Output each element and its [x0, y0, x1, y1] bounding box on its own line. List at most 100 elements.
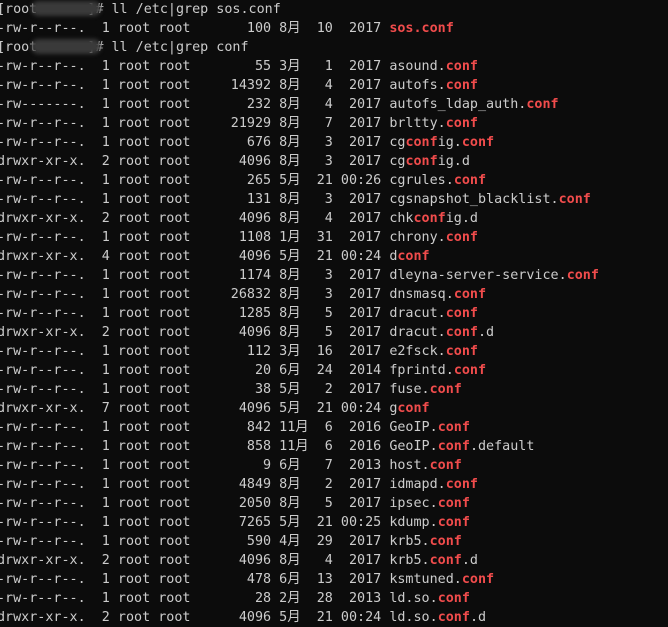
file-name: krb5.conf.d	[389, 553, 478, 568]
file-metadata: -rw-r--r--. 1 root root 21929 8月 7 2017	[0, 116, 390, 131]
command-text: ll /etc|grep conf	[111, 40, 249, 55]
match-highlight: conf	[445, 78, 478, 93]
match-highlight: conf	[405, 154, 438, 169]
listing-row: -rw-r--r--. 1 root root 2050 8月 5 2017 i…	[0, 494, 599, 513]
file-name: chrony.conf	[389, 230, 478, 245]
listing-row: drwxr-xr-x. 2 root root 4096 5月 21 00:24…	[0, 608, 599, 627]
file-name: fuse.conf	[389, 382, 462, 397]
file-metadata: -rw-r--r--. 1 root root 9 6月 7 2013	[0, 458, 390, 473]
file-name: cgconfig.d	[389, 154, 470, 169]
listing-row: -rw-r--r--. 1 root root 1285 8月 5 2017 d…	[0, 304, 599, 323]
listing-row: -rw-r--r--. 1 root root 590 4月 29 2017 k…	[0, 532, 599, 551]
file-name: gconf	[389, 401, 430, 416]
file-name: ld.so.conf.d	[389, 610, 487, 625]
file-metadata: -rw-r--r--. 1 root root 1108 1月 31 2017	[0, 230, 390, 245]
command-text: ll /etc|grep sos.conf	[111, 2, 281, 17]
file-metadata: -rw-r--r--. 1 root root 676 8月 3 2017	[0, 135, 390, 150]
listing-row: drwxr-xr-x. 4 root root 4096 5月 21 00:24…	[0, 247, 599, 266]
match-highlight: conf	[437, 591, 470, 606]
file-metadata: drwxr-xr-x. 7 root root 4096 5月 21 00:24	[0, 401, 390, 416]
listing-row: -rw-r--r--. 1 root root 112 3月 16 2017 e…	[0, 342, 599, 361]
file-name: kdump.conf	[389, 515, 470, 530]
file-metadata: -rw-r--r--. 1 root root 28 2月 28 2013	[0, 591, 390, 606]
file-name: dleyna-server-service.conf	[389, 268, 599, 283]
listing-row: -rw-r--r--. 1 root root 676 8月 3 2017 cg…	[0, 133, 599, 152]
match-highlight: conf	[405, 135, 438, 150]
file-name: cgrules.conf	[389, 173, 487, 188]
file-metadata: drwxr-xr-x. 2 root root 4096 5月 21 00:24	[0, 610, 390, 625]
file-metadata: drwxr-xr-x. 2 root root 4096 8月 4 2017	[0, 211, 390, 226]
file-name: autofs_ldap_auth.conf	[389, 97, 559, 112]
file-name: cgconfig.conf	[389, 135, 495, 150]
match-highlight: conf	[413, 211, 446, 226]
file-name: dconf	[389, 249, 430, 264]
file-name: dracut.conf.d	[389, 325, 495, 340]
file-metadata: drwxr-xr-x. 2 root root 4096 8月 5 2017	[0, 325, 390, 340]
match-highlight: conf	[437, 496, 470, 511]
listing-row: -rw-r--r--. 1 root root 100 8月 10 2017 s…	[0, 19, 599, 38]
file-metadata: -rw-r--r--. 1 root root 842 11月 6 2016	[0, 420, 390, 435]
match-highlight: conf	[437, 439, 470, 454]
file-name: asound.conf	[389, 59, 478, 74]
listing-row: -rw-r--r--. 1 root root 28 2月 28 2013 ld…	[0, 589, 599, 608]
listing-row: -rw-r--r--. 1 root root 1108 1月 31 2017 …	[0, 228, 599, 247]
match-highlight: conf	[445, 477, 478, 492]
file-metadata: -rw-r--r--. 1 root root 590 4月 29 2017	[0, 534, 390, 549]
match-highlight: conf	[429, 458, 462, 473]
match-highlight: conf	[429, 534, 462, 549]
file-name: krb5.conf	[389, 534, 462, 549]
match-highlight: conf	[445, 325, 478, 340]
file-name: sos.conf	[389, 21, 454, 36]
listing-row: -rw-r--r--. 1 root root 858 11月 6 2016 G…	[0, 437, 599, 456]
listing-row: -rw-r--r--. 1 root root 265 5月 21 00:26 …	[0, 171, 599, 190]
file-metadata: -rw-r--r--. 1 root root 14392 8月 4 2017	[0, 78, 390, 93]
match-highlight: conf	[445, 306, 478, 321]
file-metadata: -rw-r--r--. 1 root root 2050 8月 5 2017	[0, 496, 390, 511]
listing-row: -rw-r--r--. 1 root root 20 6月 24 2014 fp…	[0, 361, 599, 380]
redacted-hostname	[31, 39, 102, 54]
file-metadata: drwxr-xr-x. 4 root root 4096 5月 21 00:24	[0, 249, 390, 264]
file-name: e2fsck.conf	[389, 344, 478, 359]
file-name: idmapd.conf	[389, 477, 478, 492]
redacted-hostname	[31, 1, 102, 16]
file-metadata: drwxr-xr-x. 2 root root 4096 8月 4 2017	[0, 553, 390, 568]
file-metadata: -rw-r--r--. 1 root root 1174 8月 3 2017	[0, 268, 390, 283]
listing-row: -rw-r--r--. 1 root root 21929 8月 7 2017 …	[0, 114, 599, 133]
listing-row: drwxr-xr-x. 2 root root 4096 8月 3 2017 c…	[0, 152, 599, 171]
file-name: dnsmasq.conf	[389, 287, 487, 302]
file-name: cgsnapshot_blacklist.conf	[389, 192, 591, 207]
file-metadata: -rw-r--r--. 1 root root 55 3月 1 2017	[0, 59, 390, 74]
file-metadata: -rw-------. 1 root root 232 8月 4 2017	[0, 97, 390, 112]
file-name: fprintd.conf	[389, 363, 487, 378]
prompt-line: [root]# ll /etc|grep sos.conf	[0, 0, 599, 19]
file-name: autofs.conf	[389, 78, 478, 93]
file-metadata: -rw-r--r--. 1 root root 112 3月 16 2017	[0, 344, 390, 359]
listing-row: -rw-r--r--. 1 root root 26832 8月 3 2017 …	[0, 285, 599, 304]
match-highlight: conf	[445, 59, 478, 74]
file-name: host.conf	[389, 458, 462, 473]
listing-row: drwxr-xr-x. 2 root root 4096 8月 4 2017 c…	[0, 209, 599, 228]
file-name: ipsec.conf	[389, 496, 470, 511]
match-highlight: sos.conf	[389, 21, 454, 36]
prompt-line: [root]# ll /etc|grep conf	[0, 38, 599, 57]
match-highlight: conf	[429, 382, 462, 397]
match-highlight: conf	[461, 572, 495, 587]
match-highlight: conf	[453, 363, 487, 378]
match-highlight: conf	[526, 97, 559, 112]
match-highlight: conf	[445, 344, 478, 359]
listing-row: -rw-r--r--. 1 root root 131 8月 3 2017 cg…	[0, 190, 599, 209]
listing-row: -rw-r--r--. 1 root root 842 11月 6 2016 G…	[0, 418, 599, 437]
terminal-output[interactable]: [root]# ll /etc|grep sos.conf-rw-r--r--.…	[0, 0, 599, 627]
listing-row: -rw-------. 1 root root 232 8月 4 2017 au…	[0, 95, 599, 114]
listing-row: -rw-r--r--. 1 root root 38 5月 2 2017 fus…	[0, 380, 599, 399]
file-metadata: drwxr-xr-x. 2 root root 4096 8月 3 2017	[0, 154, 390, 169]
file-metadata: -rw-r--r--. 1 root root 20 6月 24 2014	[0, 363, 390, 378]
file-metadata: -rw-r--r--. 1 root root 26832 8月 3 2017	[0, 287, 390, 302]
listing-row: -rw-r--r--. 1 root root 478 6月 13 2017 k…	[0, 570, 599, 589]
file-metadata: -rw-r--r--. 1 root root 858 11月 6 2016	[0, 439, 390, 454]
match-highlight: conf	[453, 173, 487, 188]
listing-row: -rw-r--r--. 1 root root 14392 8月 4 2017 …	[0, 76, 599, 95]
file-name: GeoIP.conf	[389, 420, 470, 435]
match-highlight: conf	[429, 553, 462, 568]
match-highlight: conf	[445, 116, 478, 131]
